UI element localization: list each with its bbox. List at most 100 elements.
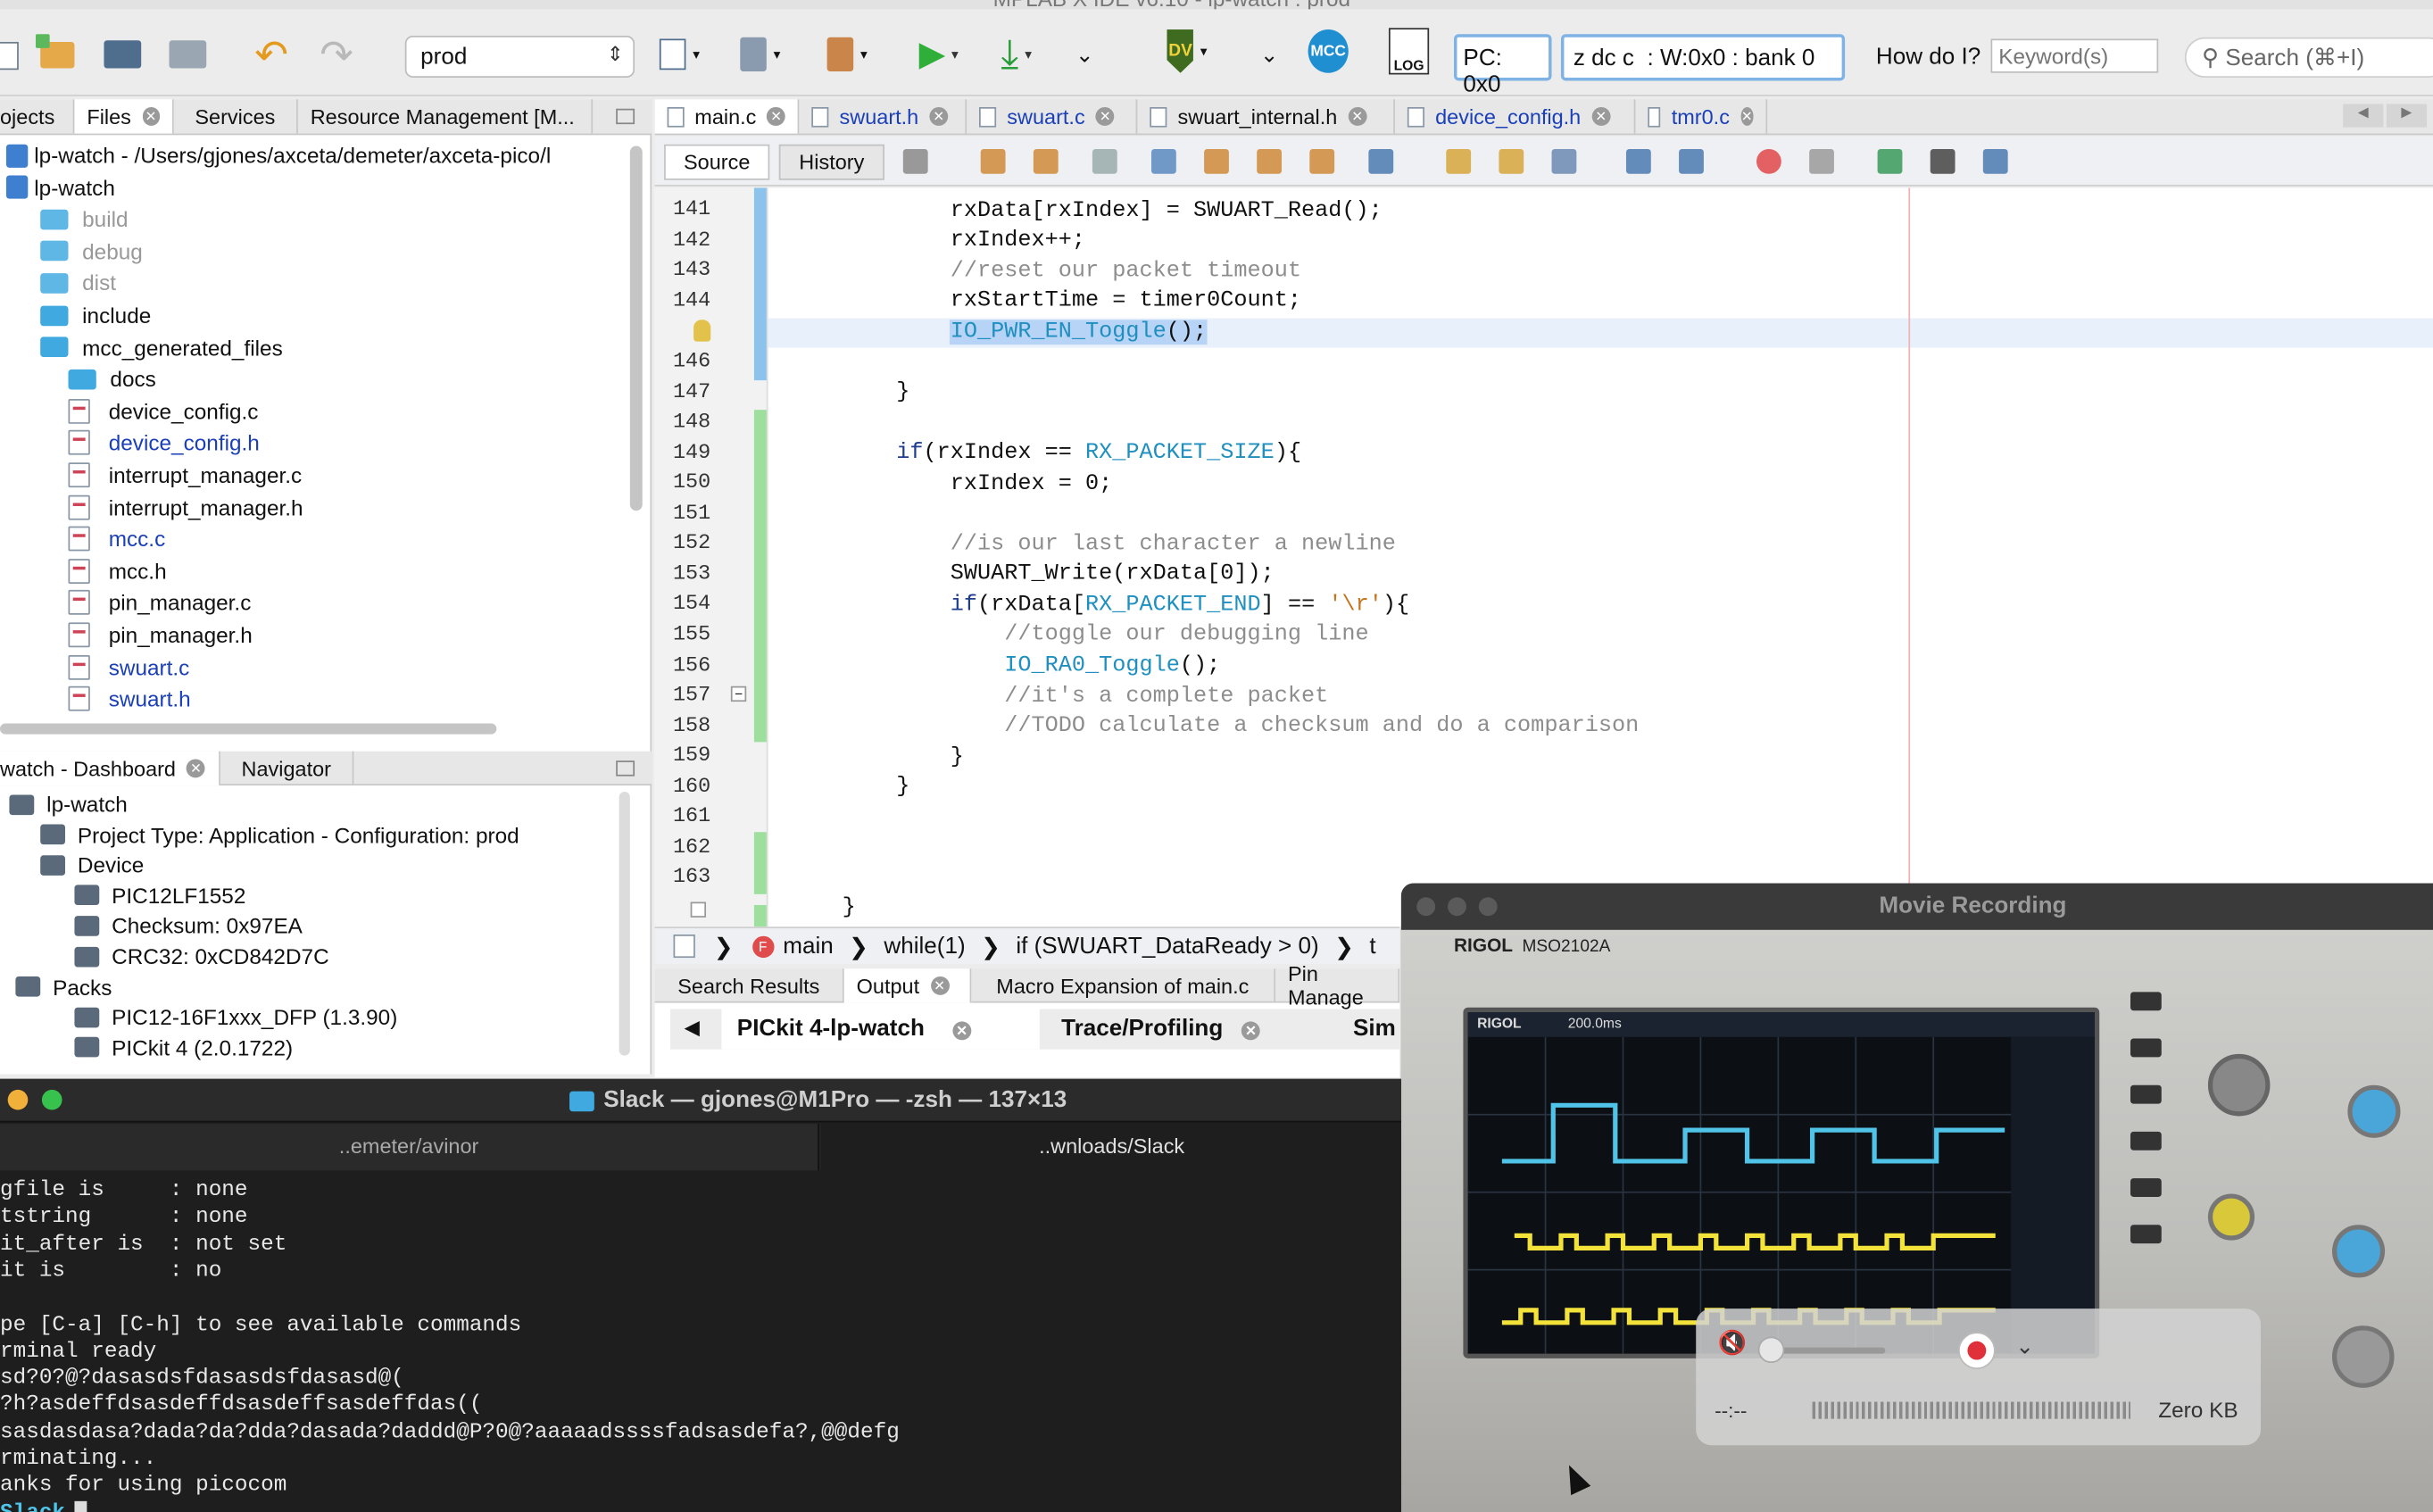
close-icon[interactable]: ✕	[142, 107, 161, 126]
editor-tab[interactable]: main.c ✕	[654, 99, 800, 134]
tree-item[interactable]: interrupt_manager.h	[68, 492, 303, 523]
tab-output[interactable]: Output ✕	[843, 968, 972, 1003]
tab-scroll-right-icon[interactable]: ▶	[2386, 104, 2428, 128]
code-line[interactable]: 152 //is our last character a newline	[655, 529, 2433, 560]
tree-item[interactable]: device_config.h	[68, 428, 260, 459]
code-line[interactable]: 148	[655, 408, 2433, 438]
terminal-output[interactable]: gfile is : none tstring : none it_after is…	[0, 1178, 1403, 1512]
tab-search-results[interactable]: Search Results	[655, 968, 844, 1003]
close-icon[interactable]: ✕	[952, 1021, 972, 1041]
scroll-left-icon[interactable]: ◀	[685, 1015, 700, 1040]
editor-tool-icon[interactable]	[1368, 148, 1394, 174]
mcc-icon[interactable]: MCC	[1308, 29, 1349, 73]
code-line[interactable]: 155 //toggle our debugging line	[655, 620, 2433, 651]
tree-item[interactable]: include	[40, 300, 151, 331]
keyword-input[interactable]	[1990, 38, 2159, 73]
editor-tool-icon[interactable]	[902, 148, 928, 174]
program-device-icon[interactable]: ⤓ ▾	[996, 29, 1036, 76]
speaker-muted-icon[interactable]: 🔇	[1718, 1329, 1747, 1358]
minimize-button[interactable]	[1448, 897, 1466, 917]
tree-item[interactable]: docs	[68, 363, 156, 395]
editor-tool-icon[interactable]	[1204, 148, 1229, 174]
code-line[interactable]: 161	[655, 802, 2433, 833]
editor-tool-icon[interactable]	[1756, 148, 1781, 174]
code-line[interactable]: 157 //it's a complete packet	[655, 681, 2433, 711]
code-line[interactable]: 151	[655, 499, 2433, 529]
code-line[interactable]: 162	[655, 833, 2433, 863]
tree-item[interactable]: mcc_generated_files	[40, 331, 283, 362]
ide-search-box[interactable]: ⚲ Search (⌘+I)	[2184, 37, 2433, 78]
tree-item[interactable]: swuart.c	[68, 652, 189, 683]
code-line[interactable]: 149 if(rxIndex == RX_PACKET_SIZE){	[655, 438, 2433, 469]
close-icon[interactable]: ✕	[767, 107, 785, 126]
history-tab[interactable]: History	[778, 144, 884, 180]
editor-tool-icon[interactable]	[1551, 148, 1577, 174]
dashboard-vscrollbar[interactable]	[619, 792, 630, 1056]
dashboard-item[interactable]: PICkit 4 (2.0.1722)	[74, 1032, 293, 1063]
editor-tool-icon[interactable]	[1446, 148, 1472, 174]
code-line[interactable]: 142 rxIndex++;	[655, 226, 2433, 256]
tree-item[interactable]: swuart.h	[68, 684, 191, 715]
log-icon[interactable]: LOG	[1388, 28, 1430, 75]
build-icon[interactable]: ▾	[740, 34, 780, 74]
close-icon[interactable]: ✕	[1348, 107, 1367, 126]
dashboard-item[interactable]: PIC12LF1552	[74, 880, 245, 911]
new-project-icon[interactable]	[35, 33, 78, 74]
chevron-down-icon[interactable]: ⌄	[2015, 1333, 2033, 1360]
open-project-icon[interactable]	[103, 34, 143, 74]
editor-tool-icon[interactable]	[1982, 148, 2008, 174]
code-line[interactable]: 141 rxData[rxIndex] = SWUART_Read();	[655, 195, 2433, 226]
editor-tool-icon[interactable]	[1679, 148, 1704, 174]
breadcrumb-if[interactable]: if (SWUART_DataReady > 0)	[1016, 933, 1318, 960]
close-icon[interactable]: ✕	[929, 107, 949, 126]
tree-item[interactable]: lp-watch - /Users/gjones/axceta/demeter/…	[5, 140, 551, 171]
editor-tool-icon[interactable]	[1499, 148, 1524, 174]
breadcrumb-while[interactable]: while(1)	[884, 933, 965, 960]
close-button[interactable]	[1416, 897, 1436, 917]
editor-tool-icon[interactable]	[1877, 148, 1903, 174]
code-line[interactable]: 158 //TODO calculate a checksum and do a…	[655, 711, 2433, 742]
tab-trace-profiling[interactable]: Trace/Profiling ✕	[1061, 1009, 1294, 1049]
files-vscrollbar[interactable]	[629, 145, 643, 511]
editor-tool-icon[interactable]	[1092, 148, 1117, 174]
editor-tool-icon[interactable]	[1033, 148, 1059, 174]
tree-item[interactable]: pin_manager.c	[68, 587, 251, 619]
code-line[interactable]: IO_PWR_EN_Toggle();	[655, 317, 2433, 347]
tab-resource-management[interactable]: Resource Management [M...	[298, 99, 594, 134]
clean-build-icon[interactable]: ▾	[826, 34, 868, 74]
code-line[interactable]: 160 }	[655, 772, 2433, 802]
code-line[interactable]: 146	[655, 347, 2433, 378]
code-line[interactable]: 150 rxIndex = 0;	[655, 469, 2433, 499]
close-project-icon[interactable]	[168, 34, 208, 74]
editor-tool-icon[interactable]	[1309, 148, 1335, 174]
terminal-tab-2[interactable]: ..wnloads/Slack	[820, 1124, 1403, 1171]
tab-scroll-left-icon[interactable]: ◀	[2343, 104, 2384, 128]
breadcrumb-main[interactable]: main	[783, 933, 834, 960]
editor-tool-icon[interactable]	[1809, 148, 1834, 174]
breadcrumb-more[interactable]: t	[1369, 933, 1375, 960]
data-visualizer-icon[interactable]: DV ▾	[1167, 29, 1208, 73]
code-line[interactable]: 147 }	[655, 378, 2433, 408]
source-tab[interactable]: Source	[664, 144, 770, 180]
close-icon[interactable]: ✕	[1095, 107, 1115, 126]
tree-item[interactable]: build	[40, 204, 129, 235]
editor-tab[interactable]: swuart_internal.h ✕	[1137, 99, 1395, 134]
tree-item[interactable]: pin_manager.h	[68, 619, 253, 651]
record-button[interactable]	[1958, 1332, 1996, 1369]
code-line[interactable]: 154 if(rxData[RX_PACKET_END] == '\r'){	[655, 590, 2433, 620]
editor-tab[interactable]: tmr0.c ✕	[1635, 99, 1768, 134]
tab-pickit-output[interactable]: PICkit 4-lp-watch ✕	[721, 1009, 1040, 1050]
zoom-button[interactable]	[1478, 897, 1498, 917]
more-chevron-icon[interactable]: ⌄	[1065, 34, 1105, 74]
tab-navigator[interactable]: Navigator	[220, 751, 354, 786]
tree-item[interactable]: lp-watch	[5, 171, 115, 203]
close-icon[interactable]: ✕	[930, 976, 950, 995]
tab-files[interactable]: Files ✕	[74, 99, 174, 134]
close-icon[interactable]: ✕	[1740, 107, 1754, 126]
set-config-icon[interactable]: ▾	[659, 34, 700, 74]
terminal-tab-1[interactable]: ..emeter/avinor	[0, 1124, 819, 1171]
dashboard-item[interactable]: PIC12-16F1xxx_DFP (1.3.90)	[74, 1001, 397, 1033]
tree-item[interactable]: debug	[40, 236, 143, 267]
tree-item[interactable]: dist	[40, 268, 116, 299]
tree-item[interactable]: device_config.c	[68, 395, 258, 427]
